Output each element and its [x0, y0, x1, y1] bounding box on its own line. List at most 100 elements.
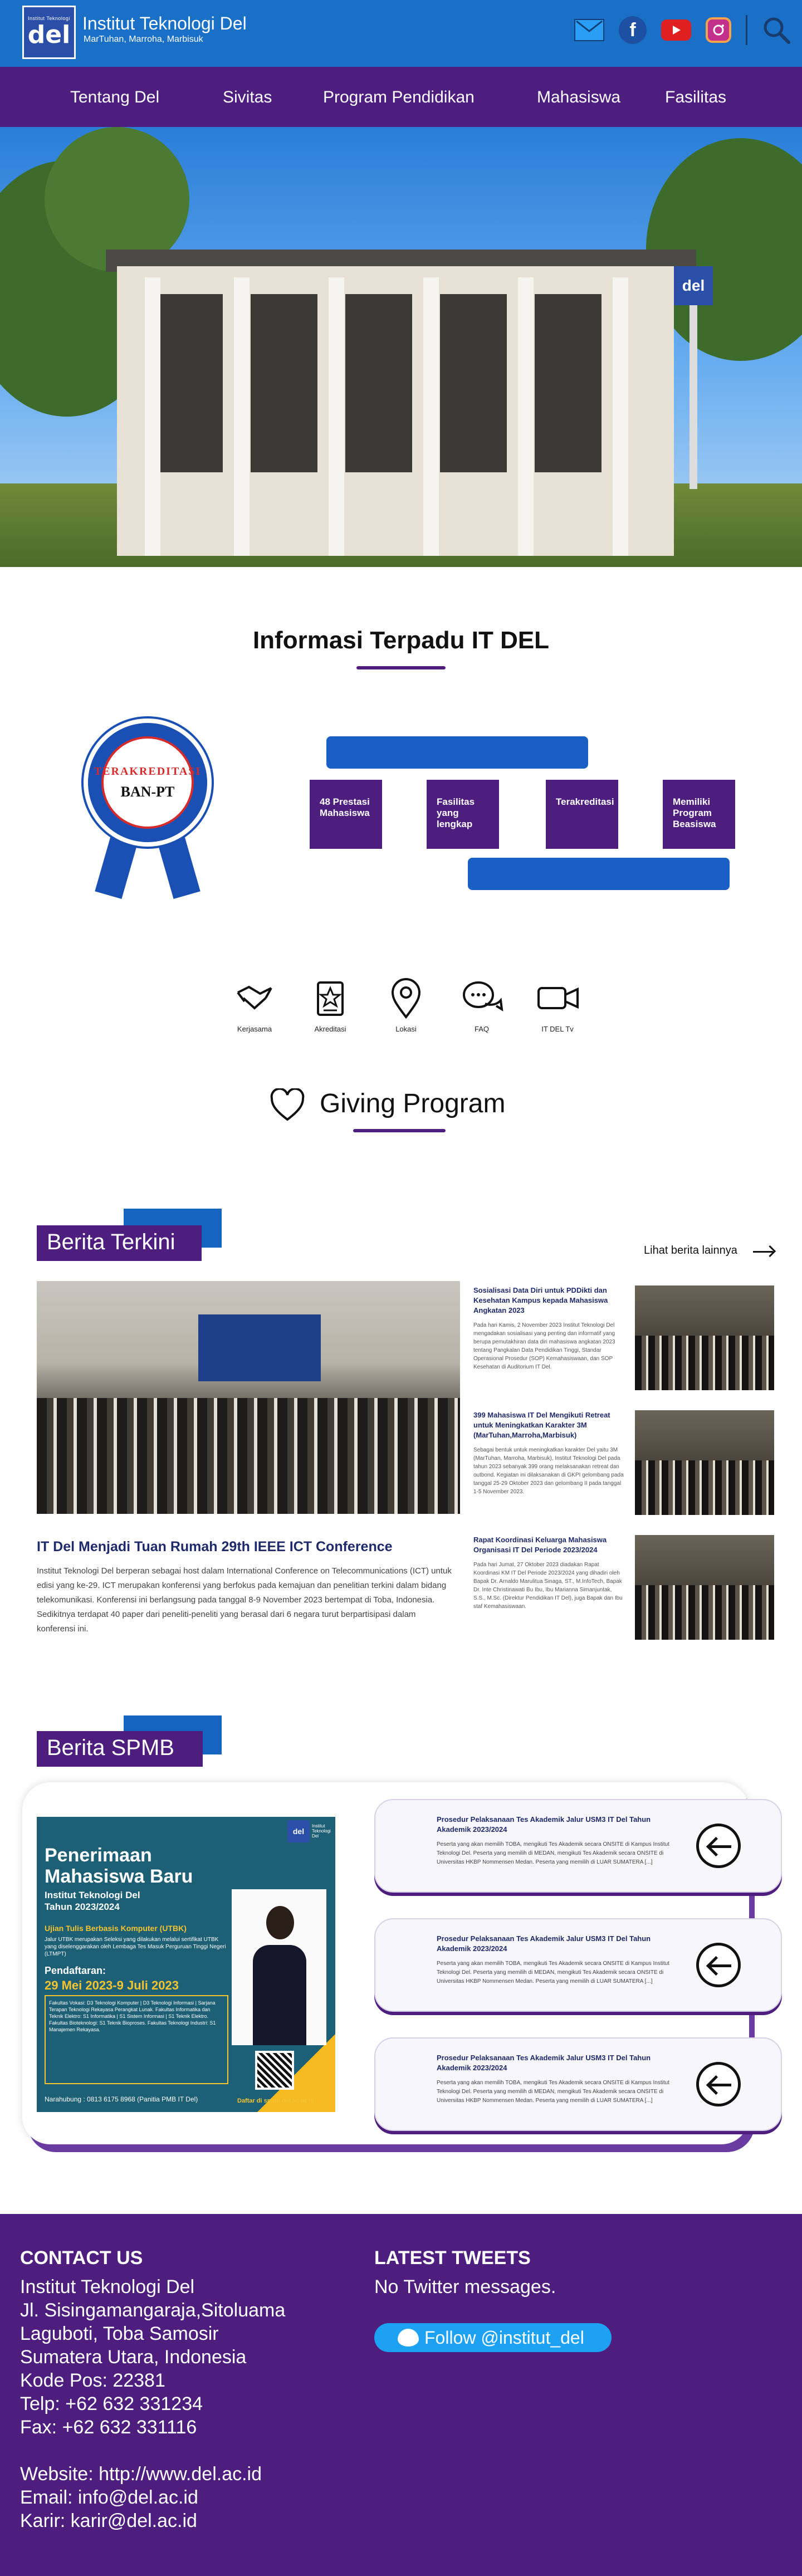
- main-news-body: Institut Teknologi Del berperan sebagai …: [37, 1566, 452, 1634]
- side-news-item[interactable]: Sosialisasi Data Diri untuk PDDikti dan …: [473, 1285, 774, 1391]
- side-news-photo[interactable]: [635, 1285, 774, 1390]
- contact-line: Sumatera Utara, Indonesia: [20, 2347, 247, 2368]
- main-news-headline[interactable]: IT Del Menjadi Tuan Rumah 29th IEEE ICT …: [37, 1539, 393, 1555]
- stat-fasilitas[interactable]: Fasilitas yang lengkap: [427, 780, 499, 849]
- quick-link-label: IT DEL Tv: [541, 1025, 574, 1033]
- poster-logo-caption: Institut Teknologi Del: [312, 1824, 331, 1839]
- badge-bottom-text: BAN-PT: [120, 783, 175, 800]
- header-divider: [746, 15, 747, 45]
- giving-underline: [353, 1129, 446, 1132]
- location-pin-icon: [384, 976, 428, 1020]
- del-sign: del: [674, 266, 713, 305]
- poster-contact: Narahubung : 0813 6175 8968 (Panitia PMB…: [45, 2095, 198, 2103]
- contact-line: Fax: +62 632 331116: [20, 2417, 197, 2438]
- quick-link-label: Akreditasi: [314, 1025, 346, 1033]
- info-bar-bottom: [468, 858, 730, 890]
- heart-icon: [270, 1087, 305, 1127]
- arrow-left-icon[interactable]: [696, 2062, 741, 2106]
- spmb-news-item[interactable]: Prosedur Pelaksanaan Tes Akademik Jalur …: [374, 1918, 782, 2012]
- arrow-right-icon[interactable]: [753, 1251, 773, 1253]
- site-tagline: MarTuhan, Marroha, Marbisuk: [84, 35, 203, 44]
- del-logo[interactable]: Institut Teknologi del: [22, 6, 76, 59]
- email-link[interactable]: Email: info@del.ac.id: [20, 2487, 198, 2509]
- contact-line: Institut Teknologi Del: [20, 2276, 195, 2298]
- spmb-news-item[interactable]: Prosedur Pelaksanaan Tes Akademik Jalur …: [374, 1799, 782, 1893]
- spmb-news-title[interactable]: Prosedur Pelaksanaan Tes Akademik Jalur …: [437, 1815, 671, 1835]
- spmb-news-title[interactable]: Prosedur Pelaksanaan Tes Akademik Jalur …: [437, 2053, 671, 2073]
- website-link[interactable]: Website: http://www.del.ac.id: [20, 2463, 262, 2485]
- info-title: Informasi Terpadu IT DEL: [252, 627, 550, 654]
- nav-mahasiswa[interactable]: Mahasiswa: [537, 88, 620, 107]
- facebook-icon[interactable]: f: [619, 16, 647, 44]
- contact-line: Jl. Sisingamangaraja,Sitoluama: [20, 2300, 286, 2321]
- side-news-item[interactable]: 399 Mahasiswa IT Del Mengikuti Retreat u…: [473, 1410, 774, 1516]
- badge-top-text: TERAKREDITASI: [94, 765, 202, 778]
- nav-sivitas[interactable]: Sivitas: [223, 88, 272, 107]
- twitter-follow-button[interactable]: Follow @institut_del: [374, 2323, 612, 2352]
- side-news-photo[interactable]: [635, 1535, 774, 1640]
- career-email-link[interactable]: Karir: karir@del.ac.id: [20, 2510, 197, 2532]
- footer: CONTACT US Institut Teknologi Del Jl. Si…: [0, 2214, 802, 2576]
- quick-link-kerjasama[interactable]: Kerjasama: [224, 976, 285, 1033]
- certificate-icon: [308, 976, 353, 1020]
- arrow-left-icon[interactable]: [696, 1824, 741, 1868]
- poster-logo: del: [287, 1820, 310, 1842]
- poster-person: [232, 1889, 326, 2045]
- main-news-photo[interactable]: [37, 1281, 460, 1514]
- contact-line: Laguboti, Toba Samosir: [20, 2323, 219, 2344]
- quick-link-akreditasi[interactable]: Akreditasi: [300, 976, 361, 1033]
- tweets-heading: LATEST TWEETS: [374, 2247, 531, 2269]
- nav-fasilitas[interactable]: Fasilitas: [665, 88, 726, 107]
- spmb-heading: Berita SPMB: [37, 1731, 203, 1767]
- accreditation-badge: TERAKREDITASI BAN-PT: [84, 718, 212, 899]
- info-bar-top: [326, 736, 588, 769]
- giving-program[interactable]: Giving Program: [0, 1084, 802, 1128]
- stat-terakreditasi[interactable]: Terakreditasi: [546, 780, 618, 849]
- spmb-news-body: Peserta yang akan memilih TOBA, mengikut…: [437, 1961, 669, 1984]
- nav-program-pendidikan[interactable]: Program Pendidikan: [323, 88, 475, 107]
- hero-image: del: [0, 127, 802, 567]
- quick-link-faq[interactable]: FAQ: [451, 976, 512, 1033]
- giving-program-label: Giving Program: [320, 1089, 506, 1118]
- contact-line: Kode Pos: 22381: [20, 2370, 165, 2391]
- poster-title: Penerimaan Mahasiswa Baru: [45, 1845, 193, 1887]
- quick-links: Kerjasama Akreditasi Lokasi FAQ IT DEL T…: [224, 976, 591, 1037]
- social-icons: f: [574, 13, 791, 47]
- logo-text: del: [27, 21, 71, 49]
- side-news-title[interactable]: 399 Mahasiswa IT Del Mengikuti Retreat u…: [473, 1410, 624, 1440]
- instagram-icon[interactable]: [706, 17, 731, 43]
- spmb-news-body: Peserta yang akan memilih TOBA, mengikut…: [437, 2080, 669, 2104]
- quick-link-label: Kerjasama: [237, 1025, 272, 1033]
- main-nav: Tentang Del Sivitas Program Pendidikan M…: [0, 67, 802, 127]
- poster-faculties: Fakultas Vokasi: D3 Teknologi Komputer |…: [45, 1995, 228, 2084]
- handshake-icon: [232, 976, 277, 1020]
- youtube-icon[interactable]: [661, 19, 691, 41]
- berita-heading: Berita Terkini: [37, 1225, 202, 1261]
- side-news-title[interactable]: Sosialisasi Data Diri untuk PDDikti dan …: [473, 1285, 624, 1316]
- more-news-link[interactable]: Lihat berita lainnya: [644, 1244, 737, 1257]
- poster-exam: Ujian Tulis Berbasis Komputer (UTBK): [45, 1924, 187, 1933]
- stat-prestasi[interactable]: 48 Prestasi Mahasiswa: [310, 780, 382, 849]
- side-news-item[interactable]: Rapat Koordinasi Keluarga Mahasiswa Orga…: [473, 1535, 774, 1641]
- side-news-body: Pada hari Jumat, 27 Oktober 2023 diadaka…: [473, 1562, 623, 1610]
- side-news-photo[interactable]: [635, 1410, 774, 1515]
- spmb-news-body: Peserta yang akan memilih TOBA, mengikut…: [437, 1841, 669, 1865]
- site-title[interactable]: Institut Teknologi Del: [82, 13, 247, 34]
- stat-beasiswa[interactable]: Memiliki Program Beasiswa: [663, 780, 735, 849]
- arrow-left-icon[interactable]: [696, 1943, 741, 1987]
- side-news-body: Sebagai bentuk untuk meningkatkan karakt…: [473, 1447, 624, 1495]
- side-news-body: Pada hari Kamis, 2 November 2023 Institu…: [473, 1322, 615, 1370]
- quick-link-label: Lokasi: [395, 1025, 417, 1033]
- side-news-title[interactable]: Rapat Koordinasi Keluarga Mahasiswa Orga…: [473, 1535, 624, 1555]
- poster-date: 29 Mei 2023-9 Juli 2023: [45, 1978, 179, 1992]
- pmb-poster[interactable]: del Institut Teknologi Del Penerimaan Ma…: [37, 1817, 335, 2112]
- poster-subtitle: Institut Teknologi Del Tahun 2023/2024: [45, 1890, 140, 1912]
- spmb-news-title[interactable]: Prosedur Pelaksanaan Tes Akademik Jalur …: [437, 1934, 671, 1954]
- quick-link-it-del-tv[interactable]: IT DEL Tv: [527, 976, 588, 1033]
- spmb-news-item[interactable]: Prosedur Pelaksanaan Tes Akademik Jalur …: [374, 2037, 782, 2131]
- search-icon[interactable]: [762, 16, 791, 45]
- mail-icon[interactable]: [574, 19, 604, 41]
- quick-link-lokasi[interactable]: Lokasi: [375, 976, 437, 1033]
- poster-registration: Pendaftaran:: [45, 1965, 106, 1976]
- nav-tentang-del[interactable]: Tentang Del: [70, 88, 159, 107]
